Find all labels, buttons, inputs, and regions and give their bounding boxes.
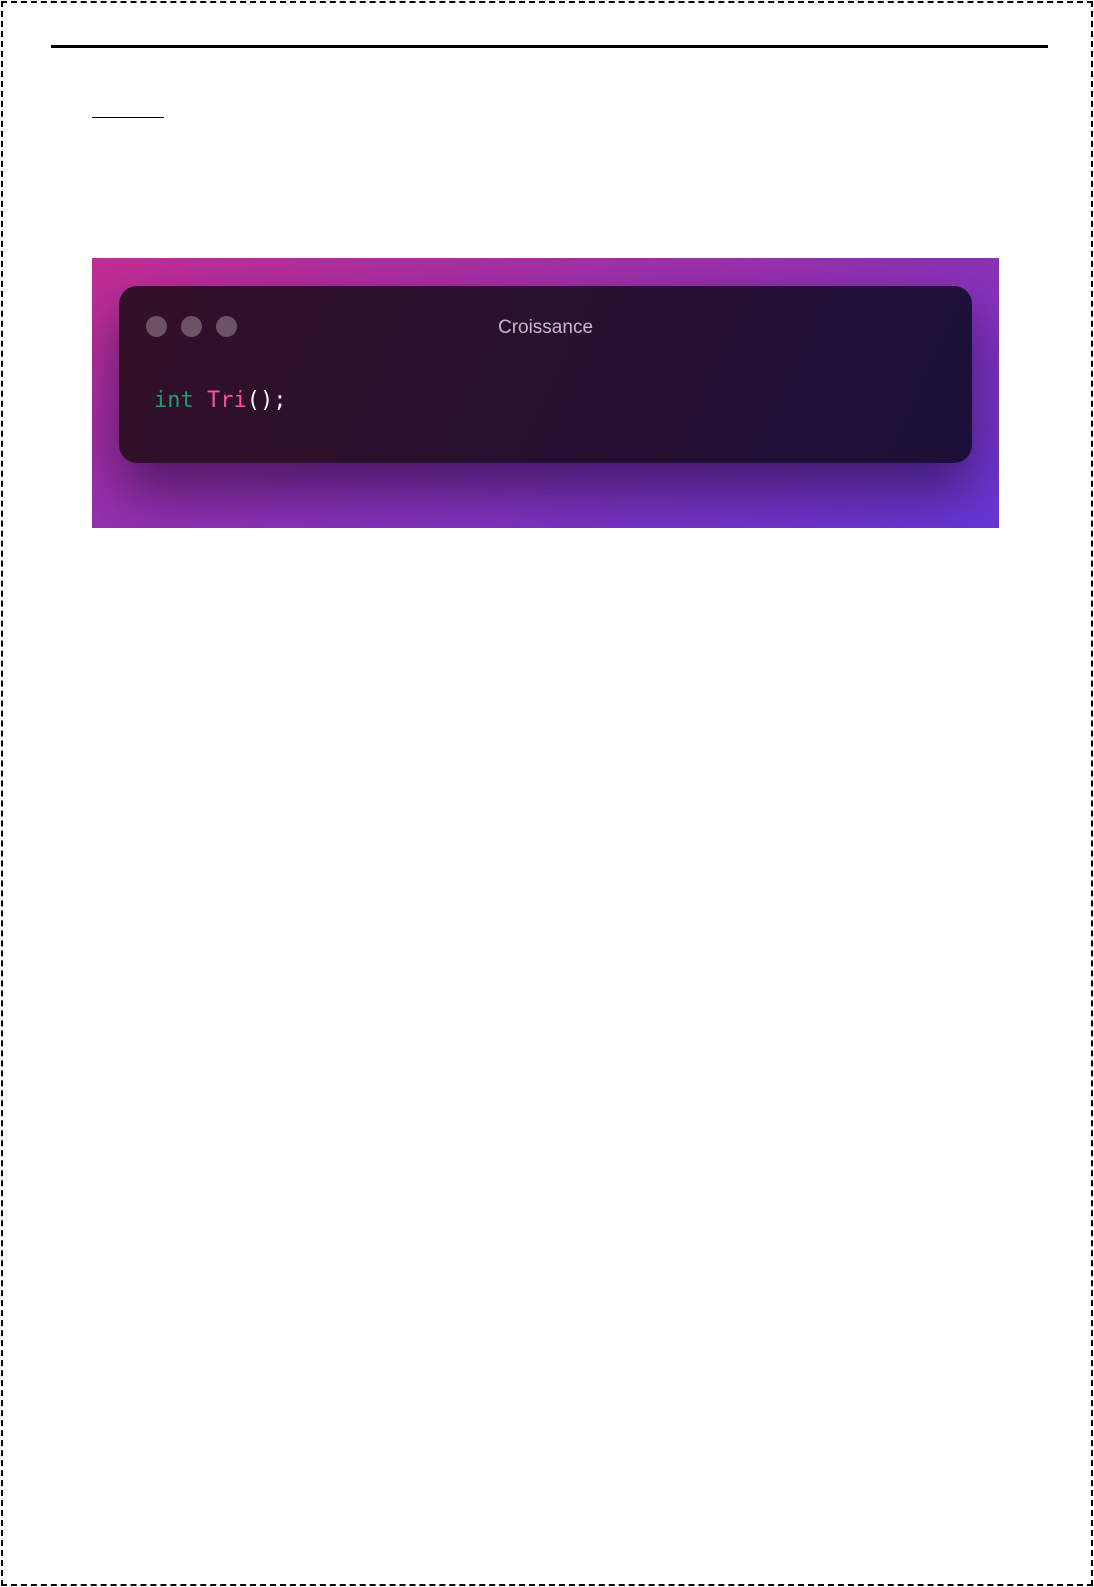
code-token: int xyxy=(154,388,194,413)
code-token: (); xyxy=(246,388,287,413)
window-title: Croissance xyxy=(497,317,594,338)
short-rule xyxy=(92,117,164,118)
top-rule xyxy=(51,45,1048,48)
code-window: Croissance int Tri(); xyxy=(119,286,972,463)
code-token: Tri xyxy=(207,388,247,413)
code-line: int Tri(); xyxy=(154,386,287,416)
page-frame xyxy=(1,1,1093,1586)
code-snippet-image: Croissance int Tri(); xyxy=(92,258,999,528)
